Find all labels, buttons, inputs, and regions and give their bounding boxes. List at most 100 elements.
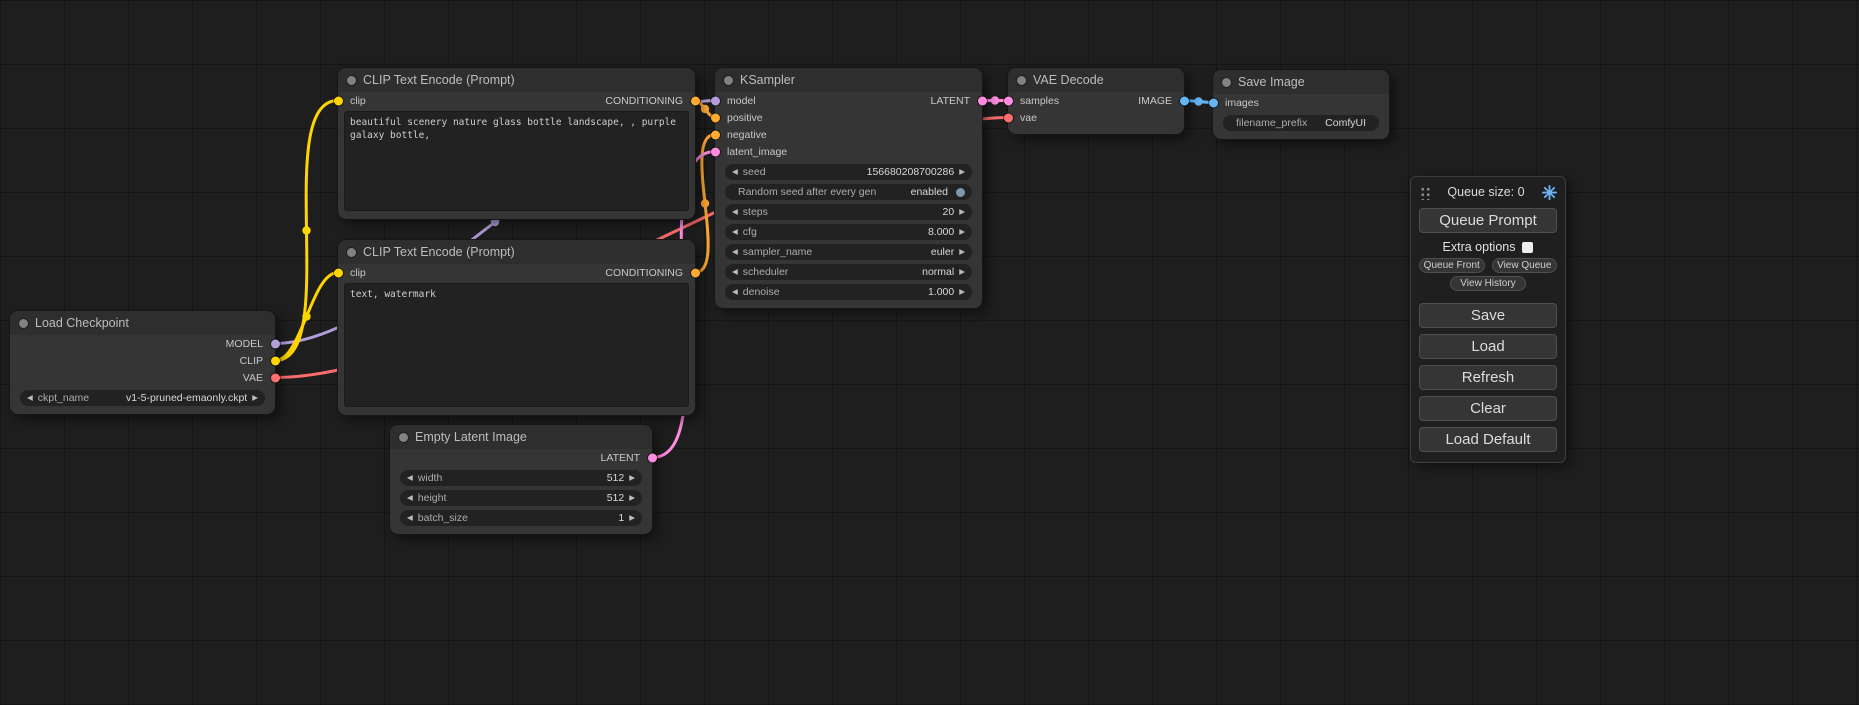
prompt-textarea[interactable]: beautiful scenery nature glass bottle la… xyxy=(344,111,689,211)
increment-arrow-icon[interactable]: ▶ xyxy=(959,228,965,236)
node-title-bar[interactable]: VAE Decode xyxy=(1008,68,1184,92)
load-default-button[interactable]: Load Default xyxy=(1419,427,1557,452)
view-history-button[interactable]: View History xyxy=(1450,276,1526,291)
decrement-arrow-icon[interactable]: ◀ xyxy=(407,474,413,482)
model-input-port[interactable] xyxy=(711,96,720,105)
queue-prompt-button[interactable]: Queue Prompt xyxy=(1419,208,1557,233)
widget-value: normal xyxy=(922,266,954,278)
increment-arrow-icon[interactable]: ▶ xyxy=(959,268,965,276)
decrement-arrow-icon[interactable]: ◀ xyxy=(732,168,738,176)
images-input-port[interactable] xyxy=(1209,98,1218,107)
node-status-dot xyxy=(1017,76,1026,85)
vae-output-port[interactable] xyxy=(271,373,280,382)
save-button[interactable]: Save xyxy=(1419,303,1557,328)
height-widget[interactable]: ◀ height 512 ▶ xyxy=(400,490,642,506)
conditioning-output-port[interactable] xyxy=(691,268,700,277)
view-queue-button[interactable]: View Queue xyxy=(1492,258,1558,273)
prompt-textarea[interactable]: text, watermark xyxy=(344,283,689,407)
node-ksampler[interactable]: KSampler model LATENT positive negative … xyxy=(715,68,982,308)
samples-input-port[interactable] xyxy=(1004,96,1013,105)
widget-value: 8.000 xyxy=(928,226,954,238)
image-output-label: IMAGE xyxy=(1138,95,1172,107)
increment-arrow-icon[interactable]: ▶ xyxy=(252,394,258,402)
node-title-bar[interactable]: CLIP Text Encode (Prompt) xyxy=(338,240,695,264)
node-title-bar[interactable]: Empty Latent Image xyxy=(390,425,652,449)
negative-input-port[interactable] xyxy=(711,130,720,139)
node-save-image[interactable]: Save Image images filename_prefix ComfyU… xyxy=(1213,70,1389,139)
widget-label: denoise xyxy=(743,286,780,298)
batch-size-widget[interactable]: ◀ batch_size 1 ▶ xyxy=(400,510,642,526)
port-row: samples IMAGE xyxy=(1008,92,1184,109)
seed-widget[interactable]: ◀ seed 156680208700286 ▶ xyxy=(725,164,972,180)
node-title: KSampler xyxy=(740,73,795,87)
cfg-widget[interactable]: ◀ cfg 8.000 ▶ xyxy=(725,224,972,240)
widget-value: 512 xyxy=(607,472,625,484)
clear-button[interactable]: Clear xyxy=(1419,396,1557,421)
image-output-port[interactable] xyxy=(1180,96,1189,105)
widget-label: ckpt_name xyxy=(38,392,89,404)
ckpt-name-widget[interactable]: ◀ ckpt_name v1-5-pruned-emaonly.ckpt ▶ xyxy=(20,390,265,406)
increment-arrow-icon[interactable]: ▶ xyxy=(629,494,635,502)
increment-arrow-icon[interactable]: ▶ xyxy=(959,288,965,296)
queue-front-button[interactable]: Queue Front xyxy=(1419,258,1485,273)
node-title: CLIP Text Encode (Prompt) xyxy=(363,73,515,87)
node-vae-decode[interactable]: VAE Decode samples IMAGE vae xyxy=(1008,68,1184,134)
widget-label: Random seed after every gen xyxy=(738,186,876,198)
increment-arrow-icon[interactable]: ▶ xyxy=(629,514,635,522)
decrement-arrow-icon[interactable]: ◀ xyxy=(407,514,413,522)
latent-output-port[interactable] xyxy=(648,453,657,462)
clip-input-port[interactable] xyxy=(334,268,343,277)
toggle-indicator[interactable] xyxy=(956,188,965,197)
node-clip-text-encode-negative[interactable]: CLIP Text Encode (Prompt) clip CONDITION… xyxy=(338,240,695,415)
model-output-port[interactable] xyxy=(271,339,280,348)
drag-handle-icon[interactable] xyxy=(1419,185,1430,200)
sampler-name-widget[interactable]: ◀ sampler_name euler ▶ xyxy=(725,244,972,260)
decrement-arrow-icon[interactable]: ◀ xyxy=(732,268,738,276)
widget-value: euler xyxy=(931,246,954,258)
positive-input-port[interactable] xyxy=(711,113,720,122)
node-title-bar[interactable]: CLIP Text Encode (Prompt) xyxy=(338,68,695,92)
decrement-arrow-icon[interactable]: ◀ xyxy=(732,208,738,216)
steps-widget[interactable]: ◀ steps 20 ▶ xyxy=(725,204,972,220)
node-status-dot xyxy=(19,319,28,328)
link-midpoint-dot xyxy=(701,105,709,113)
filename-prefix-widget[interactable]: filename_prefix ComfyUI xyxy=(1223,115,1379,131)
random-seed-toggle-widget[interactable]: Random seed after every gen enabled xyxy=(725,184,972,200)
latent-image-input-port[interactable] xyxy=(711,147,720,156)
increment-arrow-icon[interactable]: ▶ xyxy=(959,248,965,256)
clip-input-port[interactable] xyxy=(334,96,343,105)
decrement-arrow-icon[interactable]: ◀ xyxy=(27,394,33,402)
node-title-bar[interactable]: KSampler xyxy=(715,68,982,92)
clip-output-port[interactable] xyxy=(271,356,280,365)
widget-value: v1-5-pruned-emaonly.ckpt xyxy=(126,392,247,404)
node-status-dot xyxy=(1222,78,1231,87)
decrement-arrow-icon[interactable]: ◀ xyxy=(407,494,413,502)
node-load-checkpoint[interactable]: Load Checkpoint MODEL CLIP VAE ◀ ckpt_na… xyxy=(10,311,275,414)
node-title-bar[interactable]: Save Image xyxy=(1213,70,1389,94)
refresh-button[interactable]: Refresh xyxy=(1419,365,1557,390)
width-widget[interactable]: ◀ width 512 ▶ xyxy=(400,470,642,486)
increment-arrow-icon[interactable]: ▶ xyxy=(959,208,965,216)
node-clip-text-encode-positive[interactable]: CLIP Text Encode (Prompt) clip CONDITION… xyxy=(338,68,695,219)
conditioning-output-port[interactable] xyxy=(691,96,700,105)
load-button[interactable]: Load xyxy=(1419,334,1557,359)
extra-options-row: Extra options xyxy=(1419,240,1557,254)
scheduler-widget[interactable]: ◀ scheduler normal ▶ xyxy=(725,264,972,280)
node-empty-latent-image[interactable]: Empty Latent Image LATENT ◀ width 512 ▶ … xyxy=(390,425,652,534)
increment-arrow-icon[interactable]: ▶ xyxy=(629,474,635,482)
node-title-bar[interactable]: Load Checkpoint xyxy=(10,311,275,335)
link-midpoint-dot xyxy=(1194,97,1202,105)
extra-options-checkbox[interactable] xyxy=(1522,242,1533,253)
positive-input-label: positive xyxy=(727,112,763,124)
widget-value: enabled xyxy=(911,186,948,198)
widget-label: seed xyxy=(743,166,766,178)
latent-output-port[interactable] xyxy=(978,96,987,105)
decrement-arrow-icon[interactable]: ◀ xyxy=(732,228,738,236)
increment-arrow-icon[interactable]: ▶ xyxy=(959,168,965,176)
decrement-arrow-icon[interactable]: ◀ xyxy=(732,248,738,256)
vae-input-port[interactable] xyxy=(1004,113,1013,122)
denoise-widget[interactable]: ◀ denoise 1.000 ▶ xyxy=(725,284,972,300)
decrement-arrow-icon[interactable]: ◀ xyxy=(732,288,738,296)
settings-gear-icon[interactable] xyxy=(1542,185,1557,200)
widget-value: 1.000 xyxy=(928,286,954,298)
